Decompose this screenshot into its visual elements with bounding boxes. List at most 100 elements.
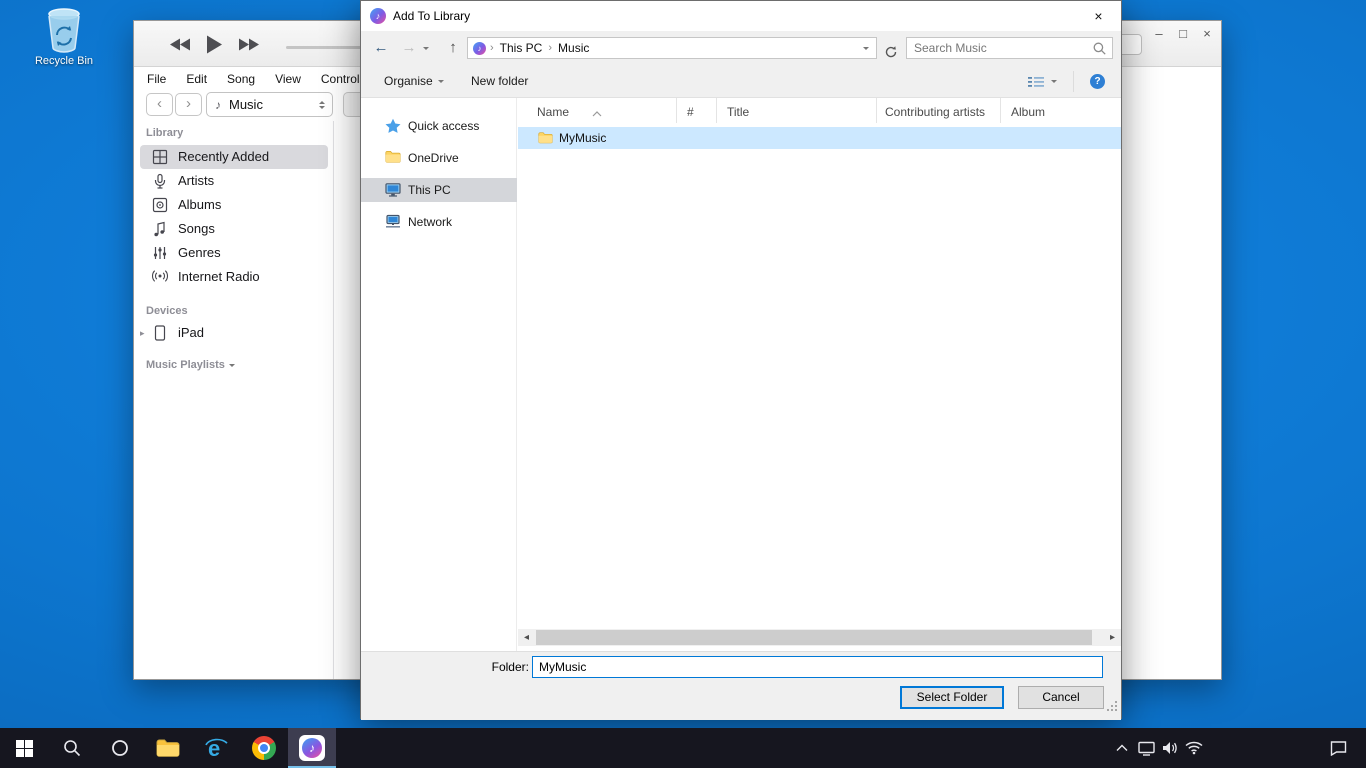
radio-waves-icon bbox=[152, 269, 168, 285]
add-to-library-dialog: ♪ Add To Library × ← → ↑ ♪ › This PC › M… bbox=[360, 0, 1122, 719]
search-icon[interactable] bbox=[1093, 42, 1106, 60]
sidebar-item-artists[interactable]: Artists bbox=[134, 169, 334, 193]
nav-item-this-pc[interactable]: This PC bbox=[361, 178, 517, 202]
menu-view[interactable]: View bbox=[265, 72, 311, 86]
search-input[interactable] bbox=[914, 39, 1086, 57]
sidebar-item-recently-added[interactable]: Recently Added bbox=[140, 145, 328, 169]
media-type-dropdown[interactable]: ♪ Music bbox=[206, 92, 333, 117]
nav-item-quick-access[interactable]: Quick access bbox=[361, 114, 517, 138]
show-hidden-icons-button[interactable] bbox=[1110, 728, 1134, 768]
folder-label: Folder: bbox=[487, 656, 529, 678]
refresh-button[interactable] bbox=[881, 41, 901, 63]
breadcrumb-music[interactable]: Music bbox=[556, 41, 591, 55]
network-icon bbox=[385, 214, 401, 232]
cancel-button[interactable]: Cancel bbox=[1018, 686, 1104, 709]
navigation-pane: Quick access OneDrive This PC bbox=[361, 98, 517, 651]
dialog-footer: Folder: Select Folder Cancel bbox=[361, 651, 1121, 720]
recycle-bin[interactable]: Recycle Bin bbox=[26, 6, 102, 67]
grid-icon bbox=[152, 149, 168, 165]
action-center-button[interactable] bbox=[1320, 728, 1356, 768]
expand-chevron-icon[interactable]: ▸ bbox=[140, 321, 145, 345]
sidebar-item-internet-radio[interactable]: Internet Radio bbox=[134, 265, 334, 289]
itunes-minimize-button[interactable]: – bbox=[1147, 24, 1171, 44]
menu-song[interactable]: Song bbox=[217, 72, 265, 86]
folder-icon bbox=[538, 131, 553, 149]
tray-display-button[interactable] bbox=[1134, 728, 1158, 768]
file-row[interactable]: MyMusic bbox=[518, 127, 1121, 149]
dialog-nav-row: ← → ↑ ♪ › This PC › Music bbox=[361, 31, 1121, 65]
itunes-maximize-button[interactable]: □ bbox=[1171, 24, 1195, 44]
cortana-button[interactable] bbox=[96, 728, 144, 768]
breadcrumb-separator: › bbox=[486, 42, 498, 54]
system-tray bbox=[1110, 728, 1206, 768]
sidebar-item-albums[interactable]: Albums bbox=[134, 193, 334, 217]
back-button[interactable]: ← bbox=[369, 31, 393, 65]
sidebar-item-genres[interactable]: Genres bbox=[134, 241, 334, 265]
file-list: Name # Title Contributing artists bbox=[518, 98, 1121, 651]
music-playlists-header[interactable]: Music Playlists bbox=[146, 359, 235, 371]
nav-item-onedrive[interactable]: OneDrive bbox=[361, 146, 517, 170]
library-header: Library bbox=[146, 127, 183, 139]
internet-explorer-button[interactable]: e bbox=[192, 728, 240, 768]
sidebar-item-ipad[interactable]: ▸ iPad bbox=[134, 321, 334, 345]
volume-slider[interactable] bbox=[286, 46, 368, 49]
menu-edit[interactable]: Edit bbox=[176, 72, 217, 86]
view-dropdown-icon[interactable] bbox=[1051, 80, 1057, 83]
folder-name-input[interactable] bbox=[532, 656, 1103, 678]
menu-file[interactable]: File bbox=[137, 72, 176, 86]
play-button[interactable] bbox=[206, 35, 223, 54]
itunes-close-button[interactable]: × bbox=[1195, 24, 1219, 44]
organise-button[interactable]: Organise bbox=[384, 65, 444, 98]
chrome-button[interactable] bbox=[240, 728, 288, 768]
file-explorer-icon bbox=[156, 738, 180, 758]
album-icon bbox=[152, 197, 168, 213]
recent-locations-dropdown-icon[interactable] bbox=[423, 47, 429, 50]
itunes-forward-button[interactable]: › bbox=[175, 93, 202, 116]
monitor-icon bbox=[385, 182, 401, 200]
up-button[interactable]: ↑ bbox=[441, 31, 465, 65]
column-header-title[interactable]: Title bbox=[717, 98, 877, 123]
column-header-contributing-artists[interactable]: Contributing artists bbox=[877, 98, 1001, 123]
scrollbar-track[interactable] bbox=[535, 629, 1104, 646]
rewind-button[interactable] bbox=[170, 38, 191, 51]
address-dropdown-icon[interactable] bbox=[863, 47, 869, 50]
forward-button[interactable]: → bbox=[397, 31, 421, 65]
itunes-taskbar-button[interactable]: ♪ bbox=[288, 728, 336, 768]
start-button[interactable] bbox=[0, 728, 48, 768]
dropdown-stepper-icon bbox=[319, 101, 325, 109]
dialog-titlebar[interactable]: ♪ Add To Library × bbox=[361, 1, 1121, 31]
scroll-left-button[interactable]: ◂ bbox=[518, 629, 535, 646]
dialog-body: Quick access OneDrive This PC bbox=[361, 98, 1121, 651]
scroll-right-button[interactable]: ▸ bbox=[1104, 629, 1121, 646]
details-view-icon bbox=[1027, 75, 1045, 89]
network-button[interactable] bbox=[1182, 728, 1206, 768]
help-button[interactable]: ? bbox=[1090, 74, 1105, 89]
itunes-back-button[interactable]: ‹ bbox=[146, 93, 173, 116]
select-folder-button[interactable]: Select Folder bbox=[900, 686, 1004, 709]
music-note-icon bbox=[152, 221, 168, 237]
column-header-album[interactable]: Album bbox=[1001, 98, 1121, 123]
taskbar-search-button[interactable] bbox=[48, 728, 96, 768]
file-name: MyMusic bbox=[559, 127, 606, 149]
taskbar: e ♪ bbox=[0, 728, 1366, 768]
change-view-button[interactable] bbox=[1027, 75, 1045, 94]
fast-forward-button[interactable] bbox=[238, 38, 259, 51]
action-center-icon bbox=[1330, 740, 1347, 756]
column-header-name[interactable]: Name bbox=[518, 98, 677, 123]
recycle-bin-label: Recycle Bin bbox=[26, 55, 102, 67]
dialog-close-button[interactable]: × bbox=[1076, 1, 1121, 31]
nav-item-network[interactable]: Network bbox=[361, 210, 517, 234]
breadcrumb-this-pc[interactable]: This PC bbox=[498, 41, 545, 55]
file-explorer-button[interactable] bbox=[144, 728, 192, 768]
windows-logo-icon bbox=[16, 740, 33, 757]
horizontal-scrollbar[interactable]: ◂ ▸ bbox=[518, 629, 1121, 646]
refresh-icon bbox=[884, 45, 898, 59]
sidebar-item-songs[interactable]: Songs bbox=[134, 217, 334, 241]
folder-icon bbox=[385, 150, 401, 166]
address-bar[interactable]: ♪ › This PC › Music bbox=[467, 37, 877, 59]
new-folder-button[interactable]: New folder bbox=[471, 65, 528, 98]
scrollbar-thumb[interactable] bbox=[536, 630, 1092, 645]
resize-grip[interactable] bbox=[1106, 699, 1118, 717]
volume-button[interactable] bbox=[1158, 728, 1182, 768]
column-header-number[interactable]: # bbox=[677, 98, 717, 123]
